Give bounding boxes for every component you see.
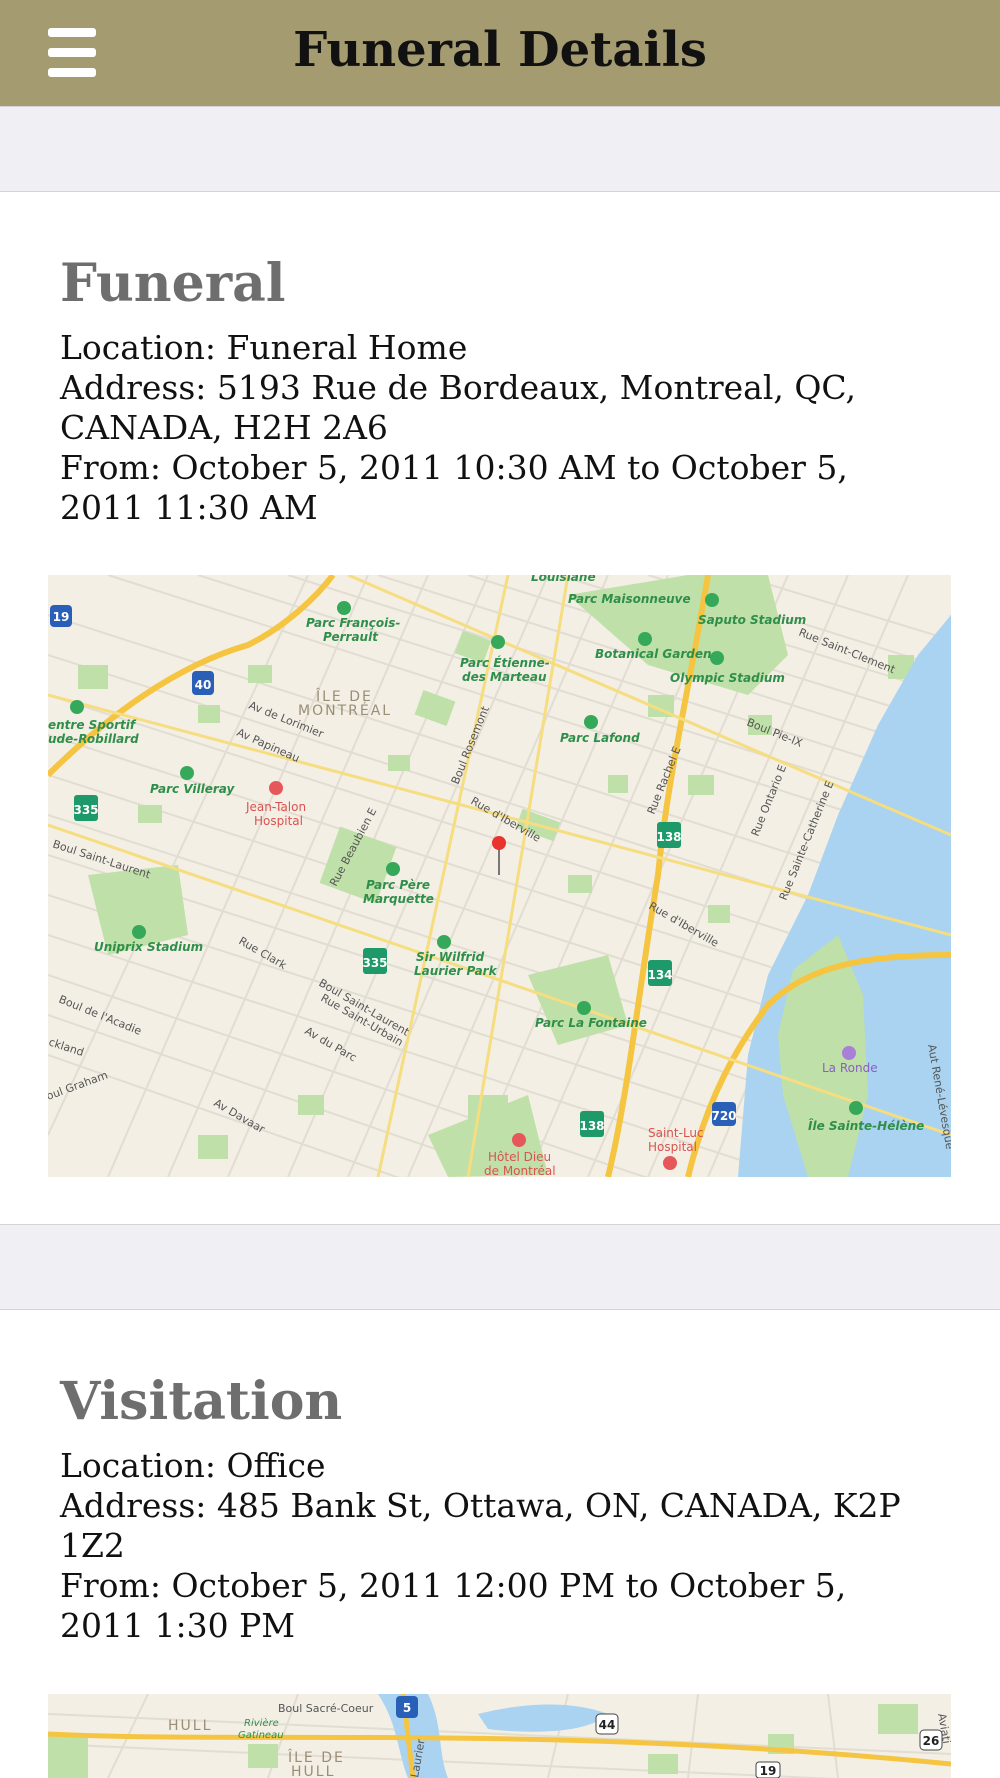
shield-720-label: 720 (711, 1109, 736, 1123)
map-label: Perrault (323, 630, 379, 644)
section-spacer (0, 106, 1000, 192)
visitation-map[interactable]: 5 44 26 19 HULL ÎLE DE HULL Rivière Gati… (48, 1694, 951, 1778)
visitation-time: From: October 5, 2011 12:00 PM to Octobe… (60, 1566, 847, 1645)
shield-138-label: 138 (656, 830, 681, 844)
funeral-time: From: October 5, 2011 10:30 AM to Octobe… (60, 448, 848, 527)
map-label: Hospital (254, 814, 303, 828)
shield-138b-label: 138 (579, 1119, 604, 1133)
shield-44-label: 44 (599, 1718, 616, 1732)
map-label: de Montréal (484, 1164, 556, 1177)
map-label: Laurier Park (414, 964, 498, 978)
map-label: Parc François- (306, 616, 400, 630)
map-label: Olympic Stadium (670, 671, 785, 685)
map-label: Parc Maisonneuve (568, 592, 691, 606)
map-label: Parc Étienne- (460, 655, 550, 670)
funeral-card: Funeral Location: Funeral Home Address: … (0, 192, 1000, 1224)
visitation-heading: Visitation (60, 1371, 343, 1432)
visitation-map-canvas[interactable]: 5 44 26 19 HULL ÎLE DE HULL Rivière Gati… (48, 1694, 951, 1778)
map-label: entre Sportif (48, 718, 137, 732)
map-label: Marquette (363, 892, 434, 906)
map-pin-icon[interactable] (492, 836, 506, 850)
funeral-heading: Funeral (60, 253, 286, 314)
map-label: Jean-Talon (245, 800, 306, 814)
funeral-map-canvas[interactable]: 19 40 335 138 134 335 138 720 Louisiane … (48, 575, 951, 1177)
map-label: Parc Lafond (560, 731, 640, 745)
visitation-location: Location: Office (60, 1446, 326, 1485)
shield-19-label: 19 (760, 1764, 777, 1778)
map-label: Île Sainte-Hélène (808, 1118, 924, 1133)
map-label: Parc La Fontaine (535, 1016, 647, 1030)
map-label: Rivière (244, 1717, 279, 1729)
map-label: Saputo Stadium (698, 613, 806, 627)
map-label: Uniprix Stadium (94, 940, 203, 954)
map-label: MONTRÉAL (298, 702, 392, 719)
section-spacer (0, 1224, 1000, 1310)
map-label: Parc Villeray (150, 782, 236, 796)
funeral-location: Location: Funeral Home (60, 328, 468, 367)
map-label: Parc Père (366, 878, 430, 892)
map-label: HULL (291, 1764, 335, 1778)
page-title: Funeral Details (293, 22, 707, 78)
shield-5-label: 5 (403, 1701, 411, 1715)
map-label: ude-Robillard (48, 732, 139, 746)
map-label: La Ronde (822, 1061, 878, 1075)
shield-19-label: 19 (53, 610, 70, 624)
shield-26-label: 26 (923, 1734, 940, 1748)
map-label: Botanical Garden (595, 647, 712, 661)
shield-134-label: 134 (647, 968, 672, 982)
shield-335b-label: 335 (362, 956, 387, 970)
map-label: Hôtel Dieu (488, 1150, 551, 1164)
map-label: Sir Wilfrid (416, 950, 485, 964)
header-bar: Funeral Details (0, 0, 1000, 106)
map-label: HULL (168, 1718, 212, 1734)
visitation-details: Location: Office Address: 485 Bank St, O… (60, 1446, 940, 1646)
funeral-map[interactable]: 19 40 335 138 134 335 138 720 Louisiane … (48, 575, 951, 1177)
map-label: Gatineau (238, 1730, 284, 1741)
visitation-address: Address: 485 Bank St, Ottawa, ON, CANADA… (60, 1486, 901, 1565)
map-label: Boul Sacré-Coeur (278, 1702, 374, 1715)
map-label: Saint-Luc (648, 1126, 704, 1140)
map-label: des Marteau (462, 670, 547, 684)
funeral-details: Location: Funeral Home Address: 5193 Rue… (60, 328, 940, 528)
map-label: Hospital (648, 1140, 697, 1154)
shield-335-label: 335 (73, 803, 98, 817)
visitation-card: Visitation Location: Office Address: 485… (0, 1310, 1000, 1778)
funeral-address: Address: 5193 Rue de Bordeaux, Montreal,… (60, 368, 856, 447)
map-label: Louisiane (531, 575, 596, 584)
shield-40-label: 40 (195, 678, 212, 692)
